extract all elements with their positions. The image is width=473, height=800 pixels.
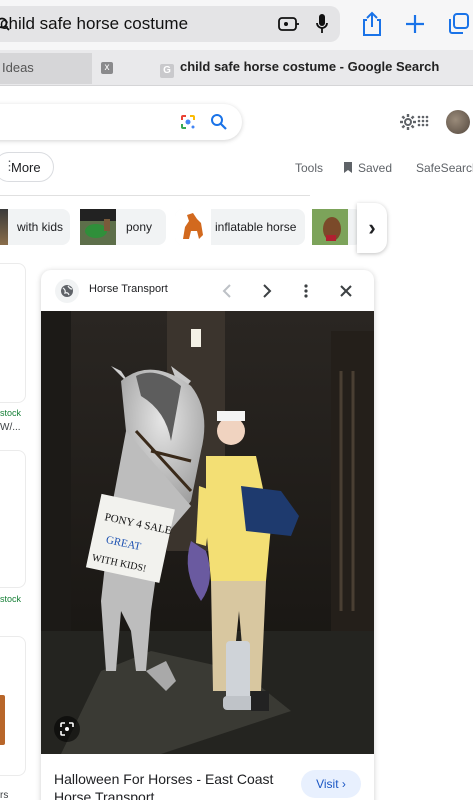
result-card[interactable] [0, 636, 26, 776]
avatar[interactable] [446, 110, 470, 134]
close-icon[interactable] [337, 282, 355, 300]
chips-next-button[interactable]: › [357, 203, 387, 253]
image-preview-panel: Horse Transport PONY 4 SALE GREAT WITH K… [41, 270, 374, 800]
google-search-box[interactable] [0, 104, 242, 140]
chip-thumbnail [312, 209, 348, 245]
more-button[interactable]: ⋮ More [0, 152, 54, 182]
bookmark-icon [342, 160, 354, 174]
result-thumbnail [0, 695, 5, 745]
tab-google-search-title: child safe horse costume - Google Search [180, 59, 440, 74]
reader-icon[interactable] [278, 14, 300, 34]
new-tab-icon[interactable] [403, 12, 427, 36]
next-image-icon[interactable] [260, 282, 274, 300]
tab-ideas-label: Ideas [2, 60, 34, 75]
chip-thumbnail [175, 209, 211, 245]
chip-more-suggestion[interactable] [312, 209, 362, 245]
globe-icon [55, 279, 79, 303]
preview-title[interactable]: Halloween For Horses - East Coast Horse … [54, 770, 299, 800]
google-favicon-icon: G [160, 64, 174, 78]
search-icon[interactable] [209, 112, 229, 132]
url-search-icon [0, 16, 12, 32]
result-card[interactable] [0, 263, 26, 403]
more-options-icon[interactable] [299, 282, 313, 300]
preview-source[interactable]: Horse Transport [89, 283, 168, 295]
divider [0, 195, 310, 196]
result-card[interactable] [0, 450, 26, 588]
address-bar-text: child safe horse costume [0, 14, 189, 33]
google-lens-search-icon[interactable] [54, 716, 80, 742]
chip-thumbnail [80, 209, 116, 245]
preview-image[interactable]: PONY 4 SALE GREAT WITH KIDS! [41, 311, 374, 754]
tab-overview-icon[interactable] [446, 12, 472, 36]
previous-image-icon[interactable] [220, 282, 234, 300]
tab-ideas[interactable]: Ideas [0, 53, 92, 84]
saved-link[interactable]: Saved [358, 161, 392, 175]
result-snippet: rs [0, 790, 9, 800]
share-icon[interactable] [360, 10, 384, 38]
result-snippet: W/... [0, 422, 21, 433]
result-stock-label: stock [0, 408, 22, 418]
microphone-icon[interactable] [313, 12, 331, 36]
chip-label: with kids [17, 220, 64, 234]
result-stock-label: stock [0, 594, 22, 604]
chip-thumbnail [0, 209, 8, 245]
page: child safe horse costume Ideas x Gchild … [0, 0, 473, 800]
more-dots-icon: ⋮ [3, 158, 16, 173]
safesearch-link[interactable]: SafeSearch [416, 161, 473, 175]
browser-toolbar: child safe horse costume [0, 0, 473, 50]
apps-grid-icon[interactable] [416, 114, 430, 128]
close-tab-icon[interactable]: x [101, 62, 113, 74]
visit-button[interactable]: Visit › [301, 770, 361, 798]
settings-gear-icon[interactable] [398, 112, 418, 132]
chip-label: inflatable horse [215, 220, 297, 234]
chip-label: pony [126, 220, 153, 234]
chip-pony[interactable]: pony [80, 209, 166, 245]
chip-inflatable-horse[interactable]: inflatable horse [175, 209, 305, 245]
chip-with-kids[interactable]: with kids [0, 209, 70, 245]
tab-bar: Ideas x Gchild safe horse costume - Goog… [0, 50, 473, 86]
tab-google-search[interactable]: Gchild safe horse costume - Google Searc… [160, 59, 439, 78]
google-lens-icon[interactable] [179, 113, 197, 131]
tools-link[interactable]: Tools [295, 161, 323, 175]
